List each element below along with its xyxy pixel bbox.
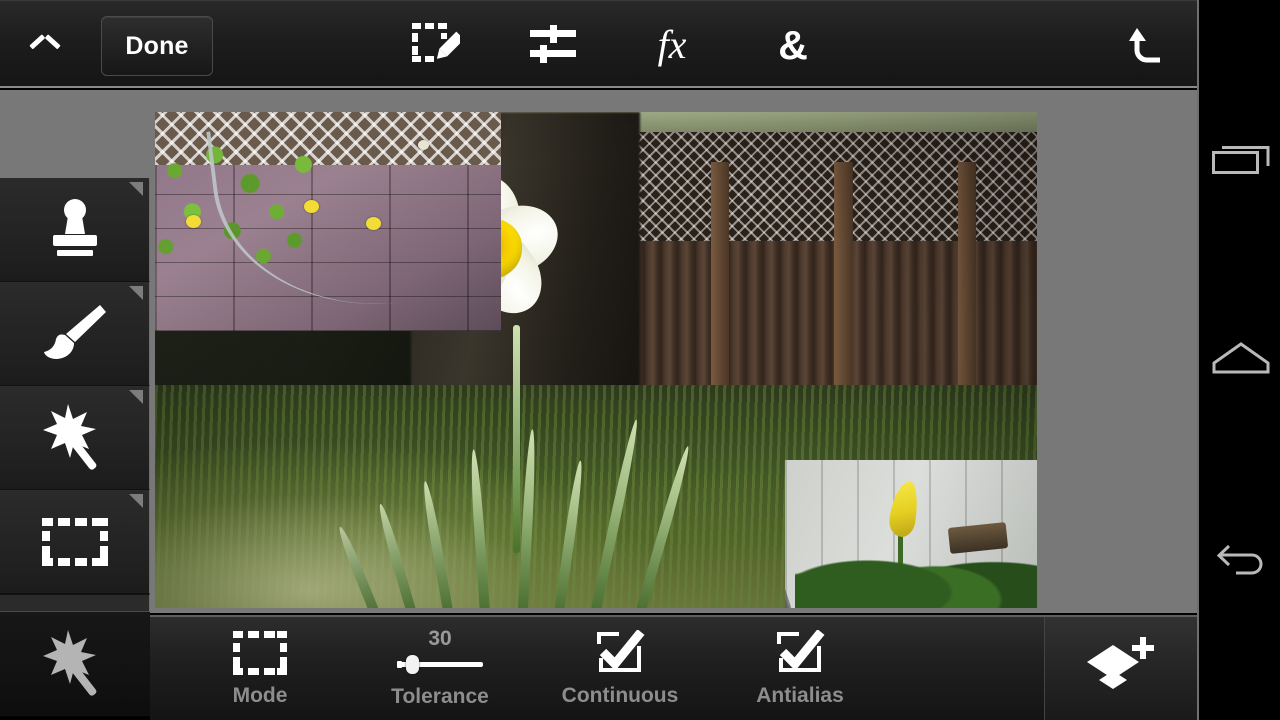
add-layer-icon [1085,633,1157,704]
back-button[interactable] [1199,500,1280,620]
sidebar-item-magic-wand-select[interactable] [0,612,150,716]
android-navigation-bar [1197,0,1280,720]
fx-icon: fx [657,22,687,67]
submenu-indicator-icon [129,286,143,300]
recent-apps-button[interactable] [1199,100,1280,220]
layer-brick-wall[interactable] [155,112,501,331]
magic-wand-icon [40,403,110,472]
slider-thumb[interactable] [406,655,419,674]
checkbox-checked-icon [595,629,645,676]
continuous-option-label: Continuous [561,683,679,707]
tolerance-slider-wrap [397,651,483,677]
undo-arrow-icon [1127,25,1171,65]
antialias-option-label: Antialias [756,683,844,707]
layer-calla-lily[interactable] [785,460,1037,608]
marquee-icon [41,517,108,566]
tolerance-value: 30 [428,627,452,650]
adjustments-button[interactable] [520,16,586,74]
tolerance-option[interactable]: 30 Tolerance [350,617,530,720]
continuous-option-checkbox[interactable]: Continuous [530,617,710,720]
photo-composite[interactable] [155,112,1037,608]
app-root: Done fx & Mode 30 Tolerance Continuous A… [0,0,1280,720]
recent-apps-icon [1211,142,1270,179]
antialias-option-checkbox[interactable]: Antialias [710,617,890,720]
sidebar-divider [0,594,150,612]
mode-option-label: Mode [232,683,288,707]
sidebar-item-magic-wand[interactable] [0,386,150,490]
add-layer-button[interactable] [1044,617,1197,720]
sidebar-item-marquee[interactable] [0,490,150,594]
chevron-up-icon[interactable] [24,24,66,66]
magic-wand-icon [40,629,110,698]
marquee-icon [233,630,287,676]
submenu-indicator-icon [129,182,143,196]
sidebar-item-paint-brush[interactable] [0,282,150,386]
slider-min-tick [397,661,402,668]
options-toolbar: Mode 30 Tolerance Continuous Antialias [150,615,1197,720]
undo-button[interactable] [1116,16,1182,74]
back-arrow-icon [1212,538,1270,583]
paintbrush-icon [42,303,108,365]
home-icon [1212,341,1270,380]
stamp-icon [44,198,106,262]
canvas-area[interactable] [0,90,1197,613]
sliders-icon [530,25,576,65]
marquee-pencil-icon [412,23,465,67]
done-button[interactable]: Done [101,16,213,76]
top-toolbar: Done fx & [0,0,1197,88]
mode-option-button[interactable]: Mode [170,617,350,720]
blend-button[interactable]: & [760,16,826,74]
sidebar-item-clone-stamp[interactable] [0,178,150,282]
submenu-indicator-icon [129,390,143,404]
submenu-indicator-icon [129,494,143,508]
home-button[interactable] [1199,300,1280,420]
selection-edit-button[interactable] [403,16,469,74]
ampersand-icon: & [778,21,808,68]
tool-sidebar [0,178,150,720]
effects-button[interactable]: fx [639,16,705,74]
checkbox-checked-icon [775,629,825,676]
tolerance-option-label: Tolerance [391,685,489,708]
tolerance-slider[interactable] [397,655,483,674]
